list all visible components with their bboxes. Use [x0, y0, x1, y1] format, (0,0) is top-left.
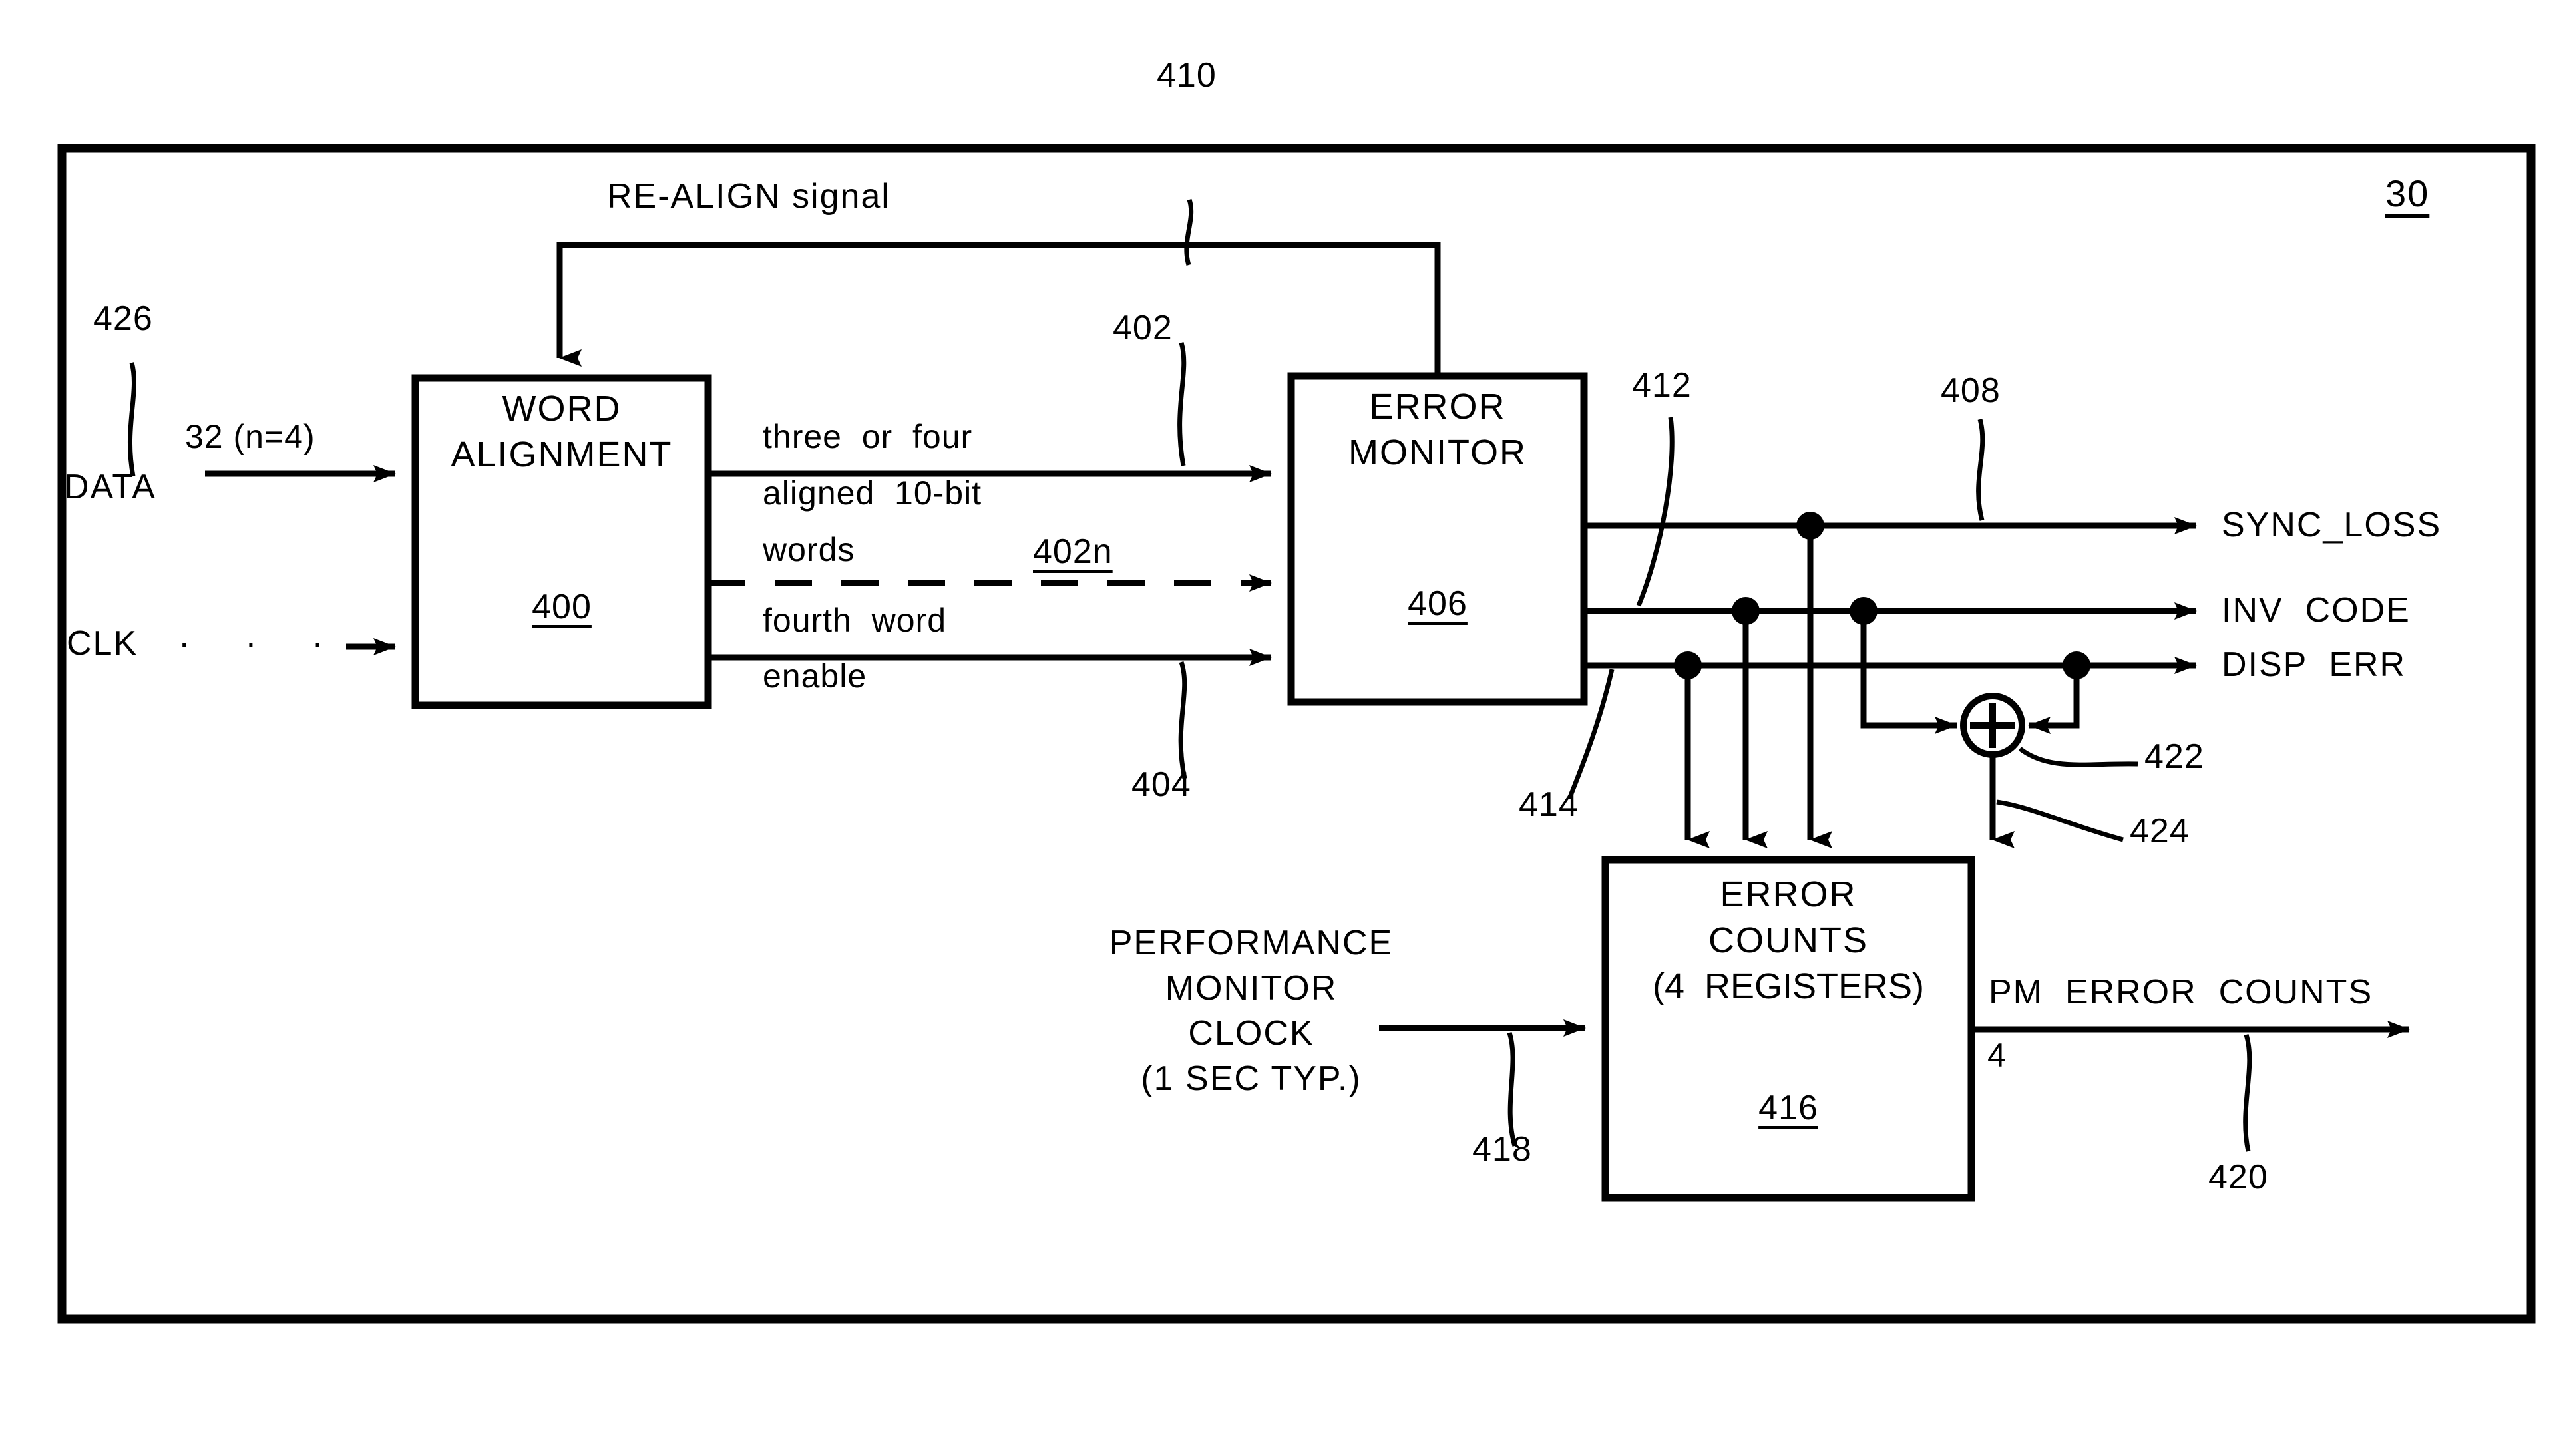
error-counts-title-line3: (4 REGISTERS)	[1652, 966, 1925, 1006]
error-counts-ref: 416	[1758, 1089, 1818, 1127]
leader-420	[2243, 1033, 2252, 1152]
ref-414: 414	[1519, 785, 1579, 824]
ref-412: 412	[1632, 366, 1692, 405]
leader-408	[1976, 419, 1985, 521]
realign-signal-label: RE-ALIGN signal	[607, 177, 891, 216]
outer-frame	[57, 144, 2536, 1324]
output-sync-loss-label: SYNC_LOSS	[2222, 506, 2442, 544]
aligned-words-label-line2: aligned 10-bit	[763, 474, 982, 512]
junction-dot-sync	[1796, 512, 1824, 540]
junction-dot-sum-right	[2063, 651, 2090, 679]
pm-clock-line4: (1 SEC TYP.)	[1141, 1059, 1362, 1098]
fourth-word-enable-line1: fourth word	[763, 602, 947, 639]
figure-ref-30: 30	[2385, 172, 2430, 214]
ref-410: 410	[1157, 56, 1217, 94]
leader-424	[1996, 799, 2124, 842]
word-alignment-title-line1: WORD	[502, 389, 622, 429]
ref-404: 404	[1131, 765, 1191, 804]
leader-410	[1184, 198, 1194, 266]
data-input-label: DATA	[64, 468, 156, 506]
ref-422: 422	[2144, 737, 2204, 776]
word-alignment-ref: 400	[532, 588, 592, 626]
realign-wire	[556, 242, 1441, 376]
error-monitor-title-line2: MONITOR	[1348, 433, 1527, 472]
clk-input-label: CLK	[67, 624, 138, 663]
junction-dot-disp	[1674, 651, 1702, 679]
pm-error-counts-width-label: 4	[1987, 1037, 2007, 1074]
error-counts-title-line2: COUNTS	[1708, 920, 1868, 960]
error-counts-title-line1: ERROR	[1720, 874, 1857, 914]
ref-424: 424	[2130, 812, 2190, 850]
data-bus-width-label: 32 (n=4)	[185, 418, 315, 455]
error-monitor-ref: 406	[1408, 584, 1468, 623]
ref-408: 408	[1941, 371, 2001, 410]
diagram-canvas	[57, 144, 2536, 1324]
error-monitor-title-line1: ERROR	[1369, 387, 1506, 427]
aligned-words-label-line1: three or four	[763, 418, 973, 455]
ref-426: 426	[93, 299, 153, 338]
pm-clock-line2: MONITOR	[1165, 969, 1338, 1007]
output-disp-err-label: DISP ERR	[2222, 645, 2407, 684]
leader-402	[1177, 342, 1187, 466]
leader-404	[1178, 661, 1187, 779]
aligned-words-label-line3: words	[763, 531, 855, 568]
output-inv-code-label: INV CODE	[2222, 591, 2411, 630]
ref-420: 420	[2208, 1158, 2268, 1196]
word-alignment-title-line2: ALIGNMENT	[451, 435, 673, 474]
junction-dot-sum-left	[1850, 597, 1878, 625]
pm-error-counts-label: PM ERROR COUNTS	[1989, 973, 2373, 1011]
patent-figure: 30 RE-ALIGN signal 410 426 DATA 32 (n=4)…	[0, 0, 2573, 1456]
fourth-word-enable-line2: enable	[763, 657, 867, 695]
clk-dots: · · · ·	[178, 624, 402, 663]
leader-422	[2018, 747, 2138, 767]
junction-dot-inv	[1732, 597, 1760, 625]
leader-418	[1507, 1031, 1517, 1147]
leader-412	[1636, 417, 1675, 607]
ref-402: 402	[1113, 309, 1173, 347]
pm-clock-line3: CLOCK	[1188, 1014, 1314, 1053]
ref-418: 418	[1472, 1130, 1532, 1169]
pm-clock-line1: PERFORMANCE	[1109, 924, 1394, 962]
ref-402n: 402n	[1033, 532, 1113, 571]
leader-426	[128, 362, 136, 477]
